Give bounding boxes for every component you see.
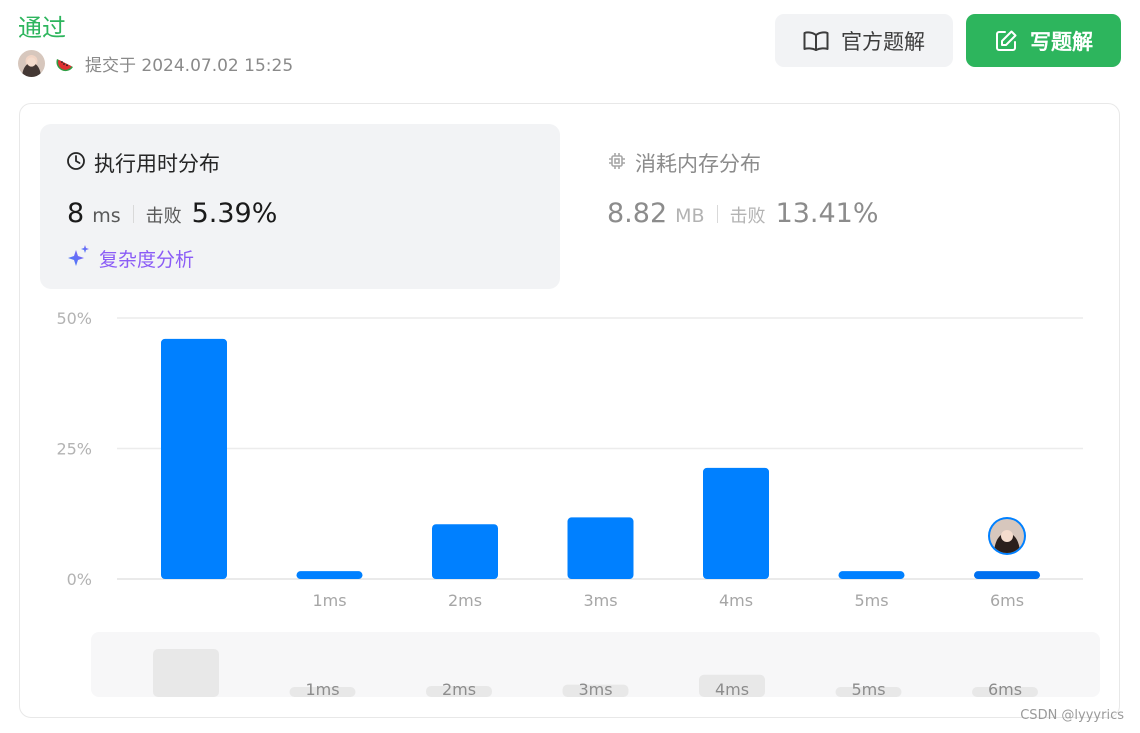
memory-title: 消耗内存分布 xyxy=(607,148,761,178)
watermelon-icon xyxy=(55,53,75,73)
runtime-title: 执行用时分布 xyxy=(66,148,220,178)
overview-tick-label: 5ms xyxy=(851,680,885,699)
overview-tick-label: 3ms xyxy=(578,680,612,699)
y-tick-label: 50% xyxy=(56,309,92,328)
overview-tick-label: 1ms xyxy=(305,680,339,699)
submission-meta: 提交于 2024.07.02 15:25 xyxy=(18,49,293,77)
edit-icon xyxy=(994,29,1018,53)
runtime-title-label: 执行用时分布 xyxy=(94,152,220,176)
bar[interactable] xyxy=(974,571,1040,579)
bar[interactable] xyxy=(296,571,363,579)
x-tick-label: 5ms xyxy=(854,591,888,610)
overview-tick-label: 4ms xyxy=(715,680,749,699)
bar[interactable] xyxy=(703,467,769,579)
memory-value: 8.82 xyxy=(607,198,668,229)
runtime-unit: ms xyxy=(92,205,121,227)
official-solution-button[interactable]: 官方题解 xyxy=(775,14,953,67)
official-solution-label: 官方题解 xyxy=(841,29,925,54)
watermark: CSDN @lyyyrics xyxy=(1020,708,1124,723)
bar[interactable] xyxy=(567,517,634,579)
memory-distribution-tab[interactable]: 消耗内存分布 8.82 MB 击败 13.41% xyxy=(585,124,915,289)
user-avatar[interactable] xyxy=(18,49,45,77)
runtime-beats-percent: 5.39% xyxy=(191,198,278,229)
clock-icon xyxy=(66,151,86,176)
book-open-icon xyxy=(803,30,829,52)
x-tick-label: 2ms xyxy=(448,591,482,610)
x-tick-label: 4ms xyxy=(719,591,753,610)
memory-stats: 8.82 MB 击败 13.41% xyxy=(607,198,879,229)
runtime-beats-label: 击败 xyxy=(145,206,182,227)
y-tick-label: 0% xyxy=(67,570,92,589)
write-solution-button[interactable]: 写题解 xyxy=(966,14,1121,67)
overview-tick-label: 6ms xyxy=(988,680,1022,699)
write-solution-label: 写题解 xyxy=(1030,29,1093,54)
submit-timestamp: 提交于 2024.07.02 15:25 xyxy=(85,55,294,76)
memory-beats-percent: 13.41% xyxy=(775,198,879,229)
runtime-distribution-chart[interactable]: 0% 25% 50% 1ms 2ms 3ms 4ms 5ms 6ms 1ms 2ms 3ms 4ms 5m… xyxy=(0,300,1140,710)
avatar-face xyxy=(1001,530,1013,542)
runtime-distribution-tab[interactable]: 执行用时分布 8 ms 击败 5.39% 复杂度分析 xyxy=(40,124,560,289)
bar[interactable] xyxy=(838,571,905,579)
overview-tick-label: 2ms xyxy=(442,680,476,699)
sparkle-icon xyxy=(67,244,91,273)
stat-divider xyxy=(716,204,718,223)
submission-status: 通过 xyxy=(18,14,66,42)
x-tick-label: 1ms xyxy=(312,591,346,610)
memory-title-label: 消耗内存分布 xyxy=(635,152,761,176)
memory-beats-label: 击败 xyxy=(729,206,766,227)
cpu-chip-icon xyxy=(607,151,627,176)
y-tick-label: 25% xyxy=(56,440,92,459)
runtime-value: 8 xyxy=(67,198,85,229)
bar[interactable] xyxy=(432,524,498,579)
overview-bar xyxy=(153,649,219,697)
runtime-stats: 8 ms 击败 5.39% xyxy=(67,198,277,229)
bar[interactable] xyxy=(161,338,227,579)
complexity-analysis-label: 复杂度分析 xyxy=(99,249,195,271)
x-tick-label: 3ms xyxy=(583,591,617,610)
x-tick-label: 6ms xyxy=(990,591,1024,610)
stat-divider xyxy=(132,204,134,223)
memory-unit: MB xyxy=(675,205,705,227)
complexity-analysis-link[interactable]: 复杂度分析 xyxy=(67,244,194,273)
